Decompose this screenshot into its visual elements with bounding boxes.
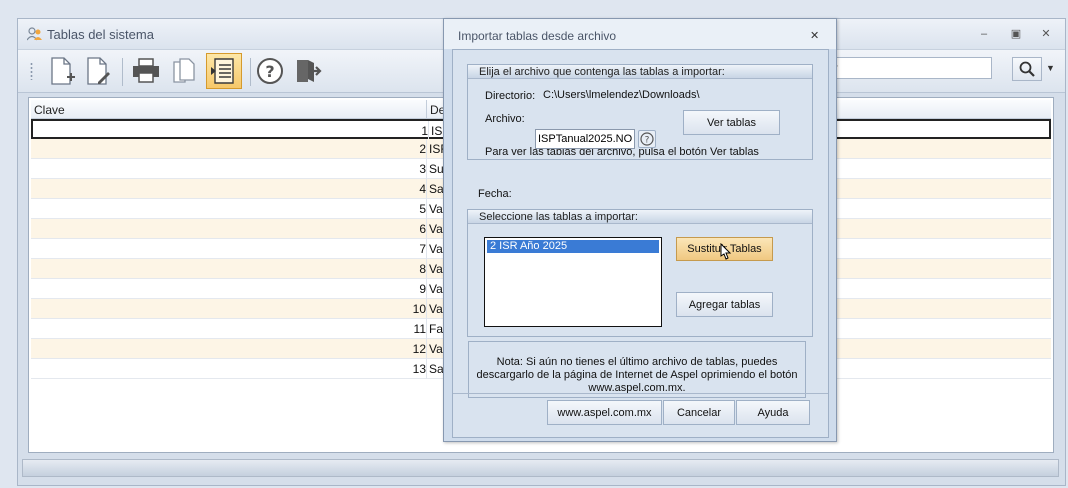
note-text: Nota: Si aún no tienes el último archivo…	[476, 356, 798, 394]
row-clave: 9	[419, 282, 426, 296]
cell-divider	[426, 299, 427, 319]
mouse-cursor-icon	[720, 243, 732, 260]
archivo-field[interactable]	[535, 129, 635, 149]
toolbar-grip[interactable]	[30, 62, 33, 80]
cell-divider	[426, 139, 427, 159]
row-clave: 11	[413, 322, 426, 336]
toolbar-separator	[122, 58, 123, 86]
row-descripcion: Va	[429, 222, 443, 236]
row-clave: 7	[419, 242, 426, 256]
tables-group-label: Seleccione las tablas a importar:	[479, 211, 638, 223]
help-icon[interactable]: ?	[252, 53, 288, 89]
svg-text:?: ?	[265, 62, 274, 81]
row-descripcion: Va	[429, 242, 443, 256]
restore-button[interactable]: ▣	[1006, 25, 1026, 43]
search-icon	[1019, 61, 1035, 77]
row-clave: 4	[419, 182, 426, 196]
group-header: Elija el archivo que contenga las tablas…	[468, 65, 812, 79]
window-title: Tablas del sistema	[47, 27, 154, 42]
row-clave: 13	[412, 362, 426, 376]
cell-divider	[426, 219, 427, 239]
dialog-close-icon[interactable]: ✕	[810, 29, 819, 42]
row-descripcion: Sa	[429, 182, 444, 196]
help-icon: ?	[640, 132, 654, 146]
row-clave: 5	[419, 202, 426, 216]
row-clave: 12	[412, 342, 426, 356]
exit-icon[interactable]	[290, 53, 326, 89]
dialog-title: Importar tablas desde archivo	[458, 29, 617, 43]
cell-divider	[428, 121, 429, 141]
users-icon	[27, 27, 42, 41]
fecha-label: Fecha:	[478, 188, 512, 200]
row-descripcion: Va	[429, 342, 443, 356]
row-descripcion: Va	[429, 282, 443, 296]
edit-document-icon[interactable]	[80, 53, 116, 89]
help-button[interactable]: Ayuda	[736, 400, 810, 425]
print-icon[interactable]	[128, 53, 164, 89]
import-dialog: Importar tablas desde archivo ✕ Elija el…	[443, 18, 837, 442]
cancel-button[interactable]: Cancelar	[663, 400, 735, 425]
directorio-label: Directorio:	[485, 90, 536, 102]
directorio-value: C:\Users\lmelendez\Downloads\	[543, 89, 700, 101]
archivo-label: Archivo:	[485, 113, 525, 125]
group-header: Seleccione las tablas a importar:	[468, 210, 812, 224]
toolbar-separator	[250, 58, 251, 86]
import-tables-icon[interactable]	[206, 53, 242, 89]
dialog-titlebar: Importar tablas desde archivo ✕	[444, 19, 836, 49]
chevron-down-icon[interactable]: ▼	[1046, 63, 1055, 73]
file-group-label: Elija el archivo que contenga las tablas…	[479, 66, 725, 78]
search-input[interactable]	[810, 57, 992, 79]
cell-divider	[426, 199, 427, 219]
ver-tablas-button[interactable]: Ver tablas	[683, 110, 780, 135]
row-descripcion: Fa	[429, 322, 444, 336]
archivo-help-button[interactable]: ?	[638, 130, 656, 148]
tables-listbox[interactable]: 2 ISR Año 2025	[484, 237, 662, 327]
column-header-clave[interactable]: Clave	[34, 103, 65, 117]
row-descripcion: Va	[429, 262, 443, 276]
note-box: Nota: Si aún no tienes el último archivo…	[468, 341, 806, 398]
close-button[interactable]: ✕	[1036, 25, 1056, 43]
new-document-icon[interactable]	[44, 53, 80, 89]
cell-divider	[426, 259, 427, 279]
cell-divider	[426, 179, 427, 199]
column-divider[interactable]	[426, 100, 427, 119]
row-descripcion: Sa	[429, 362, 444, 376]
svg-text:?: ?	[645, 136, 650, 146]
search-button[interactable]	[1012, 57, 1042, 81]
row-clave: 3	[419, 162, 426, 176]
list-item[interactable]: 2 ISR Año 2025	[487, 240, 659, 253]
row-clave: 2	[419, 142, 426, 156]
status-bar	[22, 459, 1059, 477]
cell-divider	[426, 339, 427, 359]
minimize-button[interactable]: –	[974, 25, 994, 43]
row-clave: 10	[412, 302, 426, 316]
copy-icon[interactable]	[166, 53, 202, 89]
divider	[453, 393, 828, 394]
cell-divider	[426, 279, 427, 299]
row-clave: 8	[419, 262, 426, 276]
cell-divider	[426, 319, 427, 339]
row-descripcion: Va	[429, 302, 443, 316]
cell-divider	[426, 239, 427, 259]
dialog-body: Elija el archivo que contenga las tablas…	[452, 49, 829, 438]
row-clave: 6	[419, 222, 426, 236]
cell-divider	[426, 159, 427, 179]
agregar-tablas-button[interactable]: Agregar tablas	[676, 292, 773, 317]
cell-divider	[426, 359, 427, 379]
row-descripcion: Va	[429, 202, 443, 216]
row-descripcion: Su	[429, 162, 444, 176]
row-clave: 1	[421, 124, 428, 138]
aspel-web-button[interactable]: www.aspel.com.mx	[547, 400, 662, 425]
